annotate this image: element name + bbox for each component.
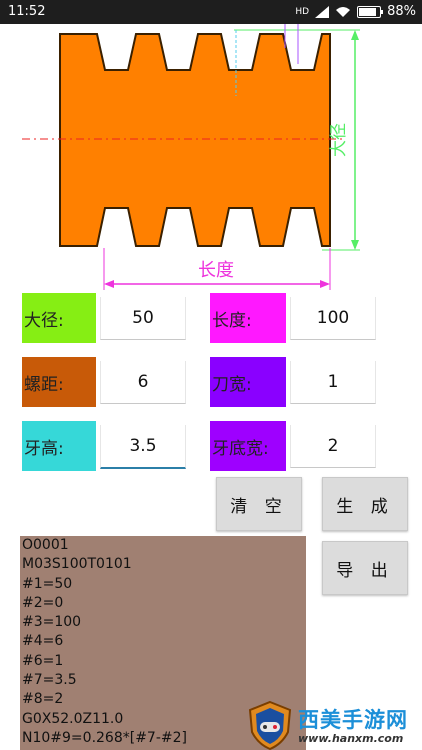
code-line: O0001: [22, 537, 69, 553]
thread-height-label: 牙高:: [22, 421, 96, 471]
length-input[interactable]: 100: [290, 297, 376, 340]
length-arrow-left: [104, 280, 114, 288]
thread-height-label-text: 牙高:: [24, 438, 64, 459]
code-line: #4=6: [22, 633, 64, 650]
length-label-text: 长度:: [212, 310, 252, 331]
length-label: 长度:: [210, 293, 286, 343]
tool-width-input[interactable]: 1: [290, 361, 376, 404]
status-bar: 11:52 HD 88%: [0, 0, 422, 24]
major-diameter-label-text: 大径:: [24, 310, 64, 331]
export-button[interactable]: 导 出: [322, 541, 408, 595]
battery-percent: 88%: [387, 4, 416, 19]
tool-width-label-text: 刀宽:: [212, 374, 252, 395]
length-dim-label: 长度: [198, 260, 234, 281]
battery-icon: [357, 5, 384, 18]
major-diameter-input[interactable]: 50: [100, 297, 186, 340]
root-width-label: 牙底宽:: [210, 421, 286, 471]
signal-icon: HD: [295, 6, 310, 17]
thread-height-input[interactable]: 3.5: [100, 425, 186, 469]
code-line: #6=1: [22, 652, 64, 669]
watermark-title: 西美手游网: [298, 708, 408, 732]
length-arrow-right: [320, 280, 330, 288]
major-diameter-label: 大径:: [22, 293, 96, 343]
code-line: #3=100: [22, 614, 82, 631]
status-time: 11:52: [8, 4, 46, 19]
major-dim-arrow-top: [351, 30, 359, 40]
pitch-input[interactable]: 6: [100, 361, 186, 404]
major-dim-arrow-bottom: [351, 240, 359, 250]
watermark-url: www.hanxm.com: [298, 732, 404, 745]
root-width-label-text: 牙底宽:: [212, 438, 269, 459]
code-line: M03S100T0101: [22, 556, 132, 573]
code-line: #2=0: [22, 594, 64, 611]
root-width-input[interactable]: 2: [290, 425, 376, 468]
gamepad-shield-icon: [248, 700, 292, 750]
cellular-signal-icon: [315, 5, 330, 18]
major-dim-label: 大径: [329, 123, 349, 157]
wifi-icon: [336, 6, 351, 17]
thread-diagram: 大径 长度: [22, 24, 360, 290]
tool-width-label: 刀宽:: [210, 357, 286, 407]
clear-button[interactable]: 清 空: [216, 477, 302, 531]
code-line: #1=50: [22, 575, 73, 592]
code-line: #7=3.5: [22, 672, 77, 689]
status-icons: HD 88%: [295, 4, 416, 19]
watermark: 西美手游网 www.hanxm.com: [246, 700, 422, 750]
pitch-label-text: 螺距:: [24, 374, 64, 395]
pitch-label: 螺距:: [22, 357, 96, 407]
thread-body: [59, 33, 331, 247]
generate-button[interactable]: 生 成: [322, 477, 408, 531]
